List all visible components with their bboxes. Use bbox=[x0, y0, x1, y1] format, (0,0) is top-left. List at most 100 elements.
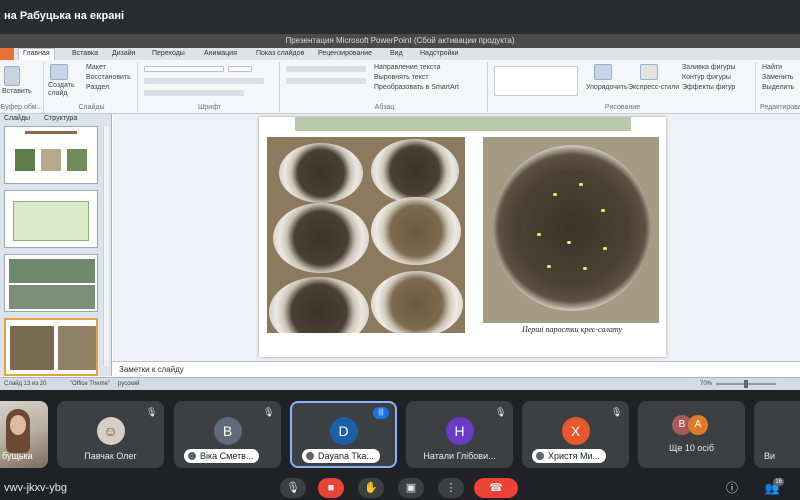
font-name-box[interactable] bbox=[144, 66, 224, 72]
meeting-code: vwv-jkxv-ybg bbox=[4, 482, 67, 494]
shape-fill-button[interactable]: Заливка фигуры bbox=[682, 64, 735, 71]
mic-button[interactable]: 🎙 bbox=[280, 478, 306, 498]
zoom-slider-knob[interactable] bbox=[744, 380, 748, 388]
tab-insert[interactable]: Вставка bbox=[72, 50, 98, 57]
more-participants-label: Ще 10 осіб bbox=[668, 443, 715, 453]
reset-button[interactable]: Восстановить bbox=[86, 74, 131, 81]
clipboard-group: Вставить Буфер обм... bbox=[0, 62, 44, 112]
font-size-box[interactable] bbox=[228, 66, 252, 72]
paste-icon[interactable] bbox=[4, 66, 20, 86]
presenting-banner-text: на Рабуцька на екрані bbox=[4, 10, 125, 22]
participant-name: Христя Ми... bbox=[548, 451, 601, 461]
more-participants-tile[interactable]: В А Ще 10 осіб bbox=[638, 401, 745, 468]
file-tab[interactable] bbox=[0, 48, 14, 60]
slide-caption: Перші паростки крес-салату bbox=[521, 325, 623, 334]
presenter-tile[interactable]: бущька bbox=[0, 401, 48, 468]
participant-tile[interactable]: 🎙 В Віка Сметв... bbox=[174, 401, 281, 468]
tab-view[interactable]: Вид bbox=[390, 50, 403, 57]
quick-styles-icon[interactable] bbox=[640, 64, 658, 80]
ppt-window-title: Презентация Microsoft PowerPoint (Сбой а… bbox=[0, 34, 800, 48]
mic-icon: 🎙 bbox=[286, 482, 300, 494]
slide-thumbnail-selected[interactable] bbox=[4, 318, 98, 376]
find-button[interactable]: Найти bbox=[762, 64, 782, 71]
text-direction-button[interactable]: Направление текста bbox=[374, 64, 440, 71]
slide-thumbnail[interactable] bbox=[4, 190, 98, 248]
pin-icon bbox=[188, 452, 196, 460]
raise-hand-button[interactable]: ✋ bbox=[358, 478, 384, 498]
tab-design[interactable]: Дизайн bbox=[112, 50, 136, 57]
shape-outline-button[interactable]: Контур фигуры bbox=[682, 74, 731, 81]
camera-button[interactable]: ■ bbox=[318, 478, 344, 498]
info-icon: ⓘ bbox=[725, 481, 738, 495]
present-button[interactable]: ▣ bbox=[398, 478, 424, 498]
paragraph-group: Направление текста Выровнять текст Преоб… bbox=[282, 62, 488, 112]
paragraph-group-label: Абзац bbox=[374, 104, 395, 111]
new-slide-icon[interactable] bbox=[50, 64, 68, 80]
presenter-name: бущька bbox=[2, 451, 33, 461]
mic-off-icon: 🎙 bbox=[146, 407, 158, 417]
tab-slides-pane[interactable]: Слайды bbox=[4, 115, 30, 122]
slide-thumbnail[interactable] bbox=[4, 254, 98, 312]
font-format-row-2[interactable] bbox=[144, 90, 244, 96]
slides-pane-scrollbar[interactable] bbox=[103, 126, 109, 366]
paste-button[interactable]: Вставить bbox=[2, 88, 32, 95]
speaking-indicator-icon: ||| bbox=[373, 407, 389, 419]
editing-group: Найти Заменить Выделить Редактирование bbox=[758, 62, 800, 112]
tab-home[interactable]: Главная bbox=[18, 48, 55, 60]
tab-review[interactable]: Рецензирование bbox=[318, 50, 372, 57]
tab-transitions[interactable]: Переходы bbox=[152, 50, 185, 57]
align-text-button[interactable]: Выровнять текст bbox=[374, 74, 429, 81]
slides-group: Создать слайд Макет Восстановить Раздел … bbox=[46, 62, 138, 112]
arrange-button[interactable]: Упорядочить bbox=[586, 84, 628, 91]
slides-pane: Слайды Структура bbox=[0, 114, 112, 376]
select-button[interactable]: Выделить bbox=[762, 84, 794, 91]
language-indicator: русский bbox=[118, 381, 140, 387]
slide-counter: Слайд 13 из 20 bbox=[4, 381, 47, 387]
create-slide-button[interactable]: Создать слайд bbox=[48, 82, 80, 98]
drawing-group: Упорядочить Экспресс-стили Заливка фигур… bbox=[490, 62, 756, 112]
more-options-button[interactable]: ⋮ bbox=[438, 478, 464, 498]
sprouts-photo bbox=[483, 137, 659, 323]
smartart-button[interactable]: Преобразовать в SmartArt bbox=[374, 84, 459, 91]
tab-slideshow[interactable]: Показ слайдов bbox=[256, 50, 304, 57]
shapes-gallery[interactable] bbox=[494, 66, 578, 96]
info-button[interactable]: ⓘ bbox=[724, 480, 740, 496]
people-button[interactable]: 👥 16 bbox=[764, 478, 784, 496]
participant-tile[interactable]: 🎙 Х Христя Ми... bbox=[522, 401, 629, 468]
avatar: D bbox=[329, 417, 358, 445]
quick-styles-button[interactable]: Экспресс-стили bbox=[628, 84, 679, 91]
tab-animation[interactable]: Анимация bbox=[204, 50, 237, 57]
avatar: Н bbox=[445, 417, 474, 445]
camera-off-icon: ■ bbox=[327, 482, 335, 494]
list-buttons[interactable] bbox=[286, 66, 366, 72]
leave-call-button[interactable]: ☎ bbox=[474, 478, 518, 498]
participant-tile[interactable]: 🎙 ☺ Павчак Олег bbox=[57, 401, 164, 468]
pin-icon bbox=[306, 452, 314, 460]
participant-name-pill: Христя Ми... bbox=[532, 449, 607, 463]
pane-tabs: Слайды Структура bbox=[0, 114, 112, 124]
ppt-status-bar: Слайд 13 из 20 "Office Theme" русский 70… bbox=[0, 377, 800, 390]
shape-effects-button[interactable]: Эффекты фигур bbox=[682, 84, 735, 91]
slide-thumbnail[interactable] bbox=[4, 126, 98, 184]
participant-tile-speaking[interactable]: ||| D Dayana Tka... bbox=[290, 401, 397, 468]
layout-button[interactable]: Макет bbox=[86, 64, 106, 71]
drawing-group-label: Рисование bbox=[604, 104, 641, 111]
replace-button[interactable]: Заменить bbox=[762, 74, 793, 81]
editing-group-label: Редактирование bbox=[760, 104, 800, 111]
font-format-row[interactable] bbox=[144, 78, 264, 84]
participant-name-pill: Віка Сметв... bbox=[184, 449, 260, 463]
align-buttons[interactable] bbox=[286, 78, 366, 84]
participant-tile[interactable]: 🎙 Н Натали Глібови... bbox=[406, 401, 513, 468]
self-view-tile[interactable]: Ви bbox=[754, 401, 800, 468]
ppt-ribbon-tabs: Главная Вставка Дизайн Переходы Анимация… bbox=[0, 48, 800, 60]
avatar: В bbox=[213, 417, 242, 445]
tab-addins[interactable]: Надстройки bbox=[420, 50, 458, 57]
section-button[interactable]: Раздел bbox=[86, 84, 109, 91]
arrange-icon[interactable] bbox=[594, 64, 612, 80]
tab-outline-pane[interactable]: Структура bbox=[44, 115, 77, 122]
current-slide[interactable]: Перші паростки крес-салату bbox=[259, 117, 666, 357]
notes-field[interactable]: Заметки к слайду bbox=[113, 361, 800, 377]
participant-name: Павчак Олег bbox=[84, 451, 137, 461]
shared-screen: Презентация Microsoft PowerPoint (Сбой а… bbox=[0, 34, 800, 390]
avatar: Х bbox=[561, 417, 590, 445]
